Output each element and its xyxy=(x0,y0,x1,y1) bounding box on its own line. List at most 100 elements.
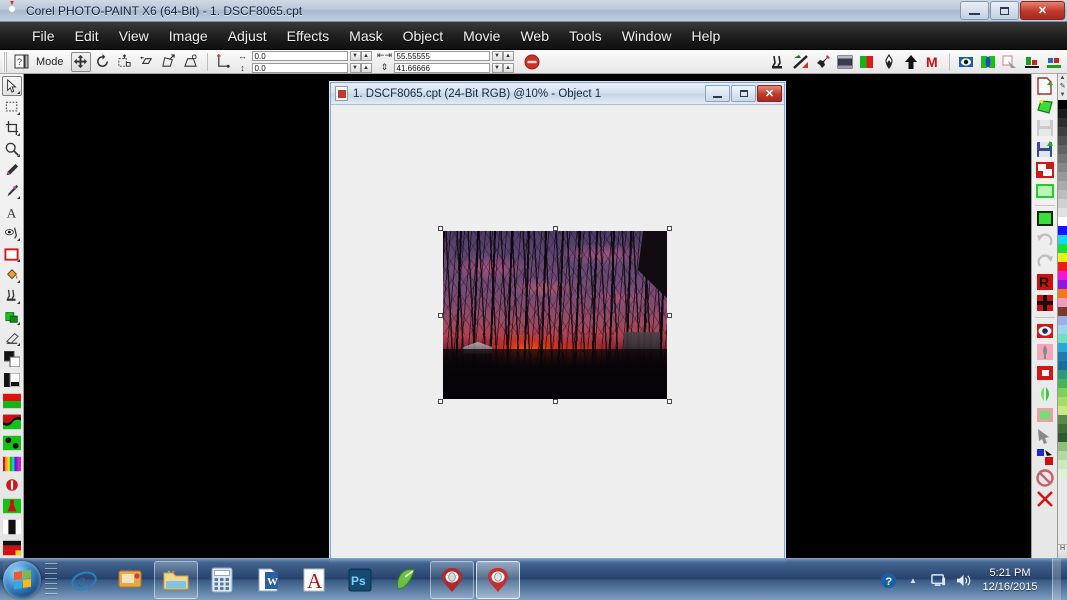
position-x-spin-down[interactable]: ▼ xyxy=(349,50,361,61)
palette-swatch[interactable] xyxy=(1058,307,1067,316)
mask-rectangle-tool[interactable] xyxy=(2,97,22,117)
palette-swatch[interactable] xyxy=(1058,442,1067,451)
clone-tool[interactable] xyxy=(2,286,22,306)
green-red-fill-icon[interactable] xyxy=(857,52,877,72)
menu-effects[interactable]: Effects xyxy=(277,25,340,47)
taskbar-photoshop[interactable]: Ps xyxy=(338,561,382,599)
palette-more-arrow[interactable]: ▼ xyxy=(1060,91,1066,99)
palette-swatch[interactable] xyxy=(1058,433,1067,442)
taskbar-acrobat[interactable]: A xyxy=(292,561,336,599)
property-bar-grip[interactable] xyxy=(3,51,7,72)
green-pattern-swatch[interactable] xyxy=(2,433,22,453)
document-maximize-button[interactable] xyxy=(731,85,756,102)
handle-top-center[interactable] xyxy=(552,226,558,231)
position-y-spin-down[interactable]: ▼ xyxy=(349,62,361,73)
taskbar-word[interactable]: W xyxy=(246,561,290,599)
handle-middle-right[interactable] xyxy=(667,312,672,318)
distribute-icon[interactable] xyxy=(1044,52,1064,72)
menu-tools[interactable]: Tools xyxy=(559,25,612,47)
start-button[interactable] xyxy=(3,560,41,599)
speaker-icon[interactable] xyxy=(954,571,972,589)
taskbar-photopaint-2[interactable] xyxy=(476,560,520,599)
distort-mode-button[interactable] xyxy=(159,52,179,72)
skew-mode-button[interactable] xyxy=(137,52,157,72)
selected-object[interactable] xyxy=(438,226,672,404)
palette-swatch[interactable] xyxy=(1058,109,1067,118)
palette-swatch[interactable] xyxy=(1058,460,1067,469)
size-height-spin-down[interactable]: ▼ xyxy=(491,62,503,73)
object-green-swatch[interactable] xyxy=(2,496,22,516)
red-eye-tool[interactable] xyxy=(2,223,22,243)
position-y-input[interactable]: 0.0 xyxy=(251,62,348,73)
palette-swatches[interactable] xyxy=(1058,100,1067,544)
show-desktop-button[interactable] xyxy=(1052,559,1061,600)
effect-slash-icon[interactable] xyxy=(791,52,811,72)
window-maximize-button[interactable] xyxy=(990,1,1019,20)
rectangle-shape-tool[interactable] xyxy=(2,244,22,264)
no-fill-button[interactable] xyxy=(1034,468,1056,488)
palette-swatch[interactable] xyxy=(1058,325,1067,334)
perspective-mode-button[interactable] xyxy=(181,52,201,72)
palette-swatch[interactable] xyxy=(1058,352,1067,361)
palette-swatch[interactable] xyxy=(1058,127,1067,136)
paint-tool[interactable] xyxy=(2,181,22,201)
palette-swatch[interactable] xyxy=(1058,289,1067,298)
palette-swatch[interactable] xyxy=(1058,406,1067,415)
drop-shadow-icon[interactable] xyxy=(1000,52,1020,72)
letter-m-icon[interactable]: M xyxy=(923,52,943,72)
palette-swatch[interactable] xyxy=(1058,190,1067,199)
palette-swatch[interactable] xyxy=(1058,316,1067,325)
save-button[interactable] xyxy=(1034,118,1056,138)
gradient-swatch[interactable] xyxy=(2,412,22,432)
handle-bottom-left[interactable] xyxy=(438,399,443,404)
palette-swatch[interactable] xyxy=(1058,280,1067,289)
black-bar-swatch[interactable] xyxy=(2,517,22,537)
palette-swatch[interactable] xyxy=(1058,253,1067,262)
palette-swatch[interactable] xyxy=(1058,361,1067,370)
menu-edit[interactable]: Edit xyxy=(65,25,109,47)
redo-button[interactable] xyxy=(1034,251,1056,271)
pick-tool[interactable] xyxy=(1,76,22,96)
palette-swatch[interactable] xyxy=(1058,451,1067,460)
palette-swatch[interactable] xyxy=(1058,118,1067,127)
palette-red-green-swatch[interactable] xyxy=(2,391,22,411)
green-split-icon[interactable] xyxy=(978,52,998,72)
crop-image-button[interactable] xyxy=(1034,160,1056,180)
taskbar-calculator[interactable] xyxy=(200,561,244,599)
palette-swatch[interactable] xyxy=(1058,424,1067,433)
menu-object[interactable]: Object xyxy=(393,25,453,47)
palette-swatch[interactable] xyxy=(1058,415,1067,424)
palette-swatch[interactable] xyxy=(1058,244,1067,253)
palette-swatch[interactable] xyxy=(1058,136,1067,145)
menu-movie[interactable]: Movie xyxy=(453,25,510,47)
window-close-button[interactable]: ✕ xyxy=(1020,1,1065,20)
size-height-input[interactable]: 41.66666 xyxy=(393,62,490,73)
palette-swatch[interactable] xyxy=(1058,154,1067,163)
rainbow-swatch[interactable] xyxy=(2,454,22,474)
red-eye-wrench-icon[interactable] xyxy=(813,52,833,72)
palette-footer[interactable]: H xyxy=(1058,544,1067,558)
text-tool[interactable]: A xyxy=(2,202,22,222)
black-arrow-up-icon[interactable] xyxy=(901,52,921,72)
document-client-area[interactable] xyxy=(331,105,784,561)
object-pick-tool[interactable] xyxy=(2,307,22,327)
palette-swatch[interactable] xyxy=(1058,343,1067,352)
zoom-tool[interactable] xyxy=(2,139,22,159)
network-monitor-icon[interactable] xyxy=(929,571,947,589)
visibility-button[interactable] xyxy=(1034,321,1056,341)
palette-dropper-icon[interactable]: ✎ xyxy=(1060,82,1066,91)
menu-help[interactable]: Help xyxy=(681,25,730,47)
palette-swatch[interactable] xyxy=(1058,208,1067,217)
clone-object-button[interactable] xyxy=(1034,342,1056,362)
eyedropper-tool[interactable] xyxy=(2,160,22,180)
palette-swatch[interactable] xyxy=(1058,298,1067,307)
palette-swatch[interactable] xyxy=(1058,370,1067,379)
dropper-icon[interactable] xyxy=(879,52,899,72)
apply-reset-button[interactable] xyxy=(522,52,542,72)
position-y-spin-up[interactable]: ▲ xyxy=(360,62,372,73)
delete-button[interactable] xyxy=(1034,489,1056,509)
handle-bottom-right[interactable] xyxy=(667,399,672,404)
palette-swatch[interactable] xyxy=(1058,181,1067,190)
palette-swatch[interactable] xyxy=(1058,163,1067,172)
handle-top-right[interactable] xyxy=(667,226,672,231)
